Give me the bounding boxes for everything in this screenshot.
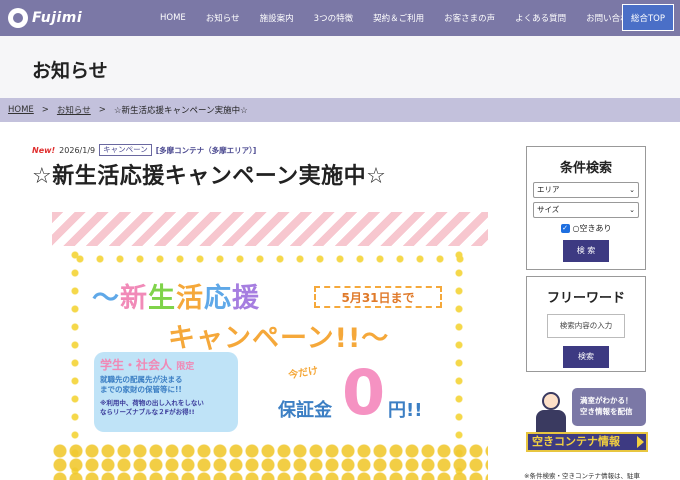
student-offer-box: 学生・社会人 限定 就職先の配属先が決まる までの家財の保管等に!! ※利用中、… [94,352,238,432]
banner-deadline: 5月31日まで [314,286,442,308]
zero-yen-number: 0 [342,356,386,429]
site-logo[interactable]: Fujimi [8,8,82,28]
nav-news[interactable]: お知らせ [196,12,250,24]
freeword-heading: フリーワード [546,291,625,306]
category-tag[interactable]: キャンペーン [99,144,152,156]
logo-text: Fujimi [32,10,83,26]
new-badge: New! [32,145,56,155]
freeword-search-button[interactable]: 検索 [563,346,609,368]
vacancy-bubble-line: 空き情報を配信 [580,407,633,416]
area-select-value: エリア [537,185,560,194]
student-head-text: 学生・社会人 [100,358,173,372]
nav-voices[interactable]: お客さまの声 [434,12,505,24]
area-select[interactable]: エリア ⌄ [533,182,639,198]
vacancy-checkbox-row[interactable]: ✓ ○空きあり [527,223,645,234]
size-select-value: サイズ [537,205,560,214]
nav-faq[interactable]: よくある質問 [505,12,576,24]
main-nav: HOME お知らせ 施設案内 3つの特徴 契約＆ご利用 お客さまの声 よくある質… [150,0,647,36]
vacancy-bar-label: 空きコンテナ情報 [532,435,620,448]
vacancy-bar[interactable]: 空きコンテナ情報 [526,432,648,452]
flower-field [52,444,488,480]
breadcrumb-news[interactable]: お知らせ [57,104,91,116]
breadcrumb-home[interactable]: HOME [8,105,34,115]
general-top-button[interactable]: 総合TOP [622,4,674,31]
post-title: ☆新生活応援キャンペーン実施中☆ [32,164,387,189]
page-title: お知らせ [32,60,108,82]
breadcrumb: HOME > お知らせ > ☆新生活応援キャンペーン実施中☆ [0,98,680,122]
freeword-input[interactable]: 検索内容の入力 [547,314,625,338]
vacancy-checkbox-label: ○空きあり [572,224,612,233]
yen-text: 円!! [388,400,423,421]
breadcrumb-current: ☆新生活応援キャンペーン実施中☆ [113,106,248,116]
post-date: 2026/1/9 [59,145,96,155]
banner-char: 新 [120,283,148,314]
staff-illustration [534,392,568,432]
banner-line1: ～新生活応援 [92,276,260,315]
student-note-line: ※利用中、荷物の出し入れをしない [100,399,204,407]
chevron-down-icon: ⌄ [629,206,635,214]
student-line: 就職先の配属先が決まる [100,375,183,384]
nav-facilities[interactable]: 施設案内 [250,12,304,24]
staff-body [536,410,566,432]
breadcrumb-separator: > [98,105,106,115]
flower-border-top [70,252,470,266]
student-note: ※利用中、荷物の出し入れをしない ならリーズナブルな２Fがお得!! [100,399,232,417]
vacancy-info-banner[interactable]: 満室がわかる！ 空き情報を配信 空きコンテナ情報 [526,388,648,460]
nav-home[interactable]: HOME [150,13,196,23]
staff-head [542,392,560,410]
chevron-down-icon: ⌄ [629,186,635,194]
banner-char: 応 [204,283,232,314]
arrow-right-icon [637,436,644,448]
site-header: Fujimi HOME お知らせ 施設案内 3つの特徴 契約＆ご利用 お客さまの… [0,0,680,36]
area-tag[interactable]: [多摩コンテナ（多摩エリア）] [156,145,257,156]
student-note-line: ならリーズナブルな２Fがお得!! [100,408,195,416]
logo-mark-icon [8,8,28,28]
nav-contract[interactable]: 契約＆ご利用 [363,12,434,24]
vacancy-checkbox[interactable]: ✓ [560,224,570,233]
student-line: までの家財の保管等に!! [100,385,182,394]
freeword-search-box: フリーワード 検索内容の入力 検索 [526,276,646,372]
vacancy-bubble: 満室がわかる！ 空き情報を配信 [572,388,646,426]
banner-char: 生 [148,283,176,314]
post-meta: New! 2026/1/9 キャンペーン [多摩コンテナ（多摩エリア）] [32,144,256,156]
campaign-banner-image: ～新生活応援 5月31日まで キャンペーン!!～ 学生・社会人 限定 就職先の配… [52,212,488,480]
condition-search-heading: 条件検索 [559,161,612,176]
breadcrumb-separator: > [41,105,49,115]
size-select[interactable]: サイズ ⌄ [533,202,639,218]
sidebar-note: ※条件検索・空きコンテナ情報は、駐車 [524,472,640,480]
student-text: 就職先の配属先が決まる までの家財の保管等に!! [100,375,232,395]
vacancy-bubble-line: 満室がわかる！ [580,396,633,405]
condition-search-box: 条件検索 エリア ⌄ サイズ ⌄ ✓ ○空きあり 検 索 [526,146,646,270]
banner-char: 活 [176,283,204,314]
only-now-text: 今だけ [287,365,320,382]
student-head: 学生・社会人 限定 [100,356,232,373]
student-limited: 限定 [176,362,195,372]
banner-tilde: ～ [92,283,120,314]
condition-search-button[interactable]: 検 索 [563,240,609,262]
banner-stripes [52,212,488,246]
deposit-text: 保証金 [278,400,332,421]
nav-features[interactable]: 3つの特徴 [304,12,363,24]
banner-char: 援 [232,283,260,314]
banner-line2: キャンペーン!!～ [168,323,390,354]
